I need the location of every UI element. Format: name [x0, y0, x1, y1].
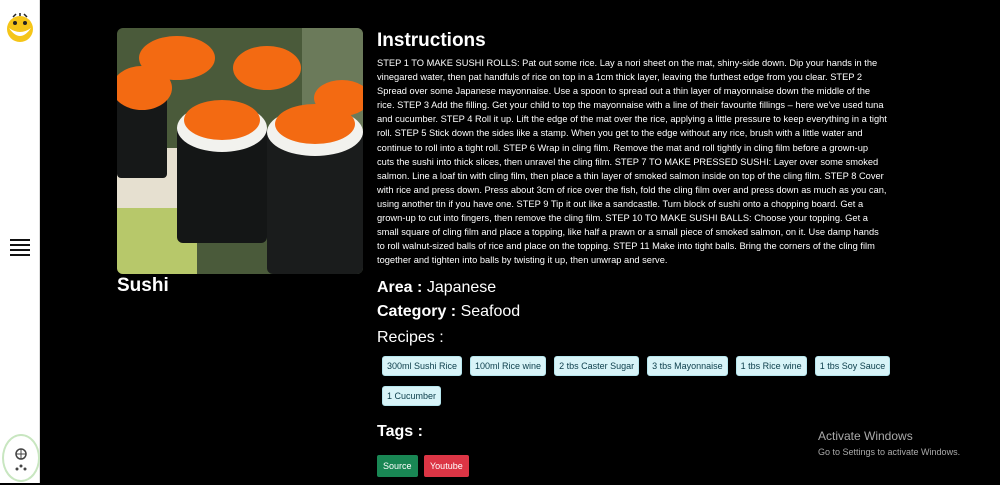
area-value: Japanese	[426, 279, 497, 296]
hamburger-menu-icon[interactable]	[10, 236, 30, 256]
ingredient-chip[interactable]: 3 tbs Mayonnaise	[647, 356, 728, 376]
activate-windows-title: Activate Windows	[818, 429, 913, 443]
ingredient-list: 300ml Sushi Rice 100ml Rice wine 2 tbs Cas…	[377, 356, 897, 416]
meal-image	[117, 28, 363, 274]
ingredient-chip[interactable]: 1 Cucumber	[382, 386, 442, 406]
category-value: Seafood	[460, 303, 521, 320]
instructions-title: Instructions	[377, 30, 486, 51]
source-button[interactable]: Source	[377, 455, 418, 477]
ingredient-chip[interactable]: 1 tbs Soy Sauce	[814, 356, 891, 376]
category-label: Category :	[377, 303, 457, 320]
area-label: Area :	[377, 279, 423, 296]
instructions-text: STEP 1 TO MAKE SUSHI ROLLS: Pat out some…	[377, 58, 887, 266]
ingredient-chip[interactable]: 300ml Sushi Rice	[382, 356, 463, 376]
activate-windows-subtitle: Go to Settings to activate Windows.	[818, 447, 961, 457]
area-line: Area : Japanese	[377, 279, 496, 297]
recipes-title: Recipes :	[377, 329, 444, 346]
youtube-button[interactable]: Youtube	[424, 455, 469, 477]
ingredient-chip[interactable]: 1 tbs Rice wine	[735, 356, 807, 376]
sidebar	[0, 0, 40, 483]
category-line: Category : Seafood	[377, 303, 520, 321]
ingredient-chip[interactable]: 2 tbs Caster Sugar	[554, 356, 640, 376]
tags-title: Tags :	[377, 423, 423, 440]
ingredient-chip[interactable]: 100ml Rice wine	[470, 356, 547, 376]
meal-name: Sushi	[117, 275, 169, 296]
smiley-logo-icon[interactable]	[5, 12, 35, 46]
accessibility-widget-icon[interactable]	[2, 434, 40, 482]
